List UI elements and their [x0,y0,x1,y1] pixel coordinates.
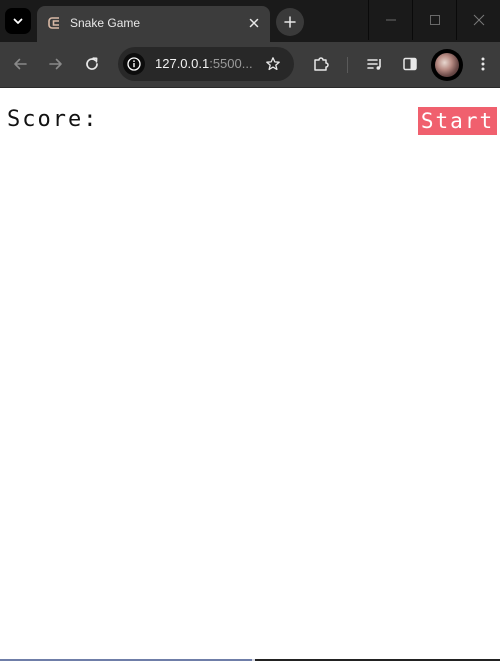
plus-icon [284,16,296,28]
minimize-button[interactable] [368,0,412,40]
tab-title: Snake Game [70,16,141,30]
maximize-button[interactable] [412,0,456,40]
site-info-button[interactable] [123,53,145,75]
arrow-left-icon [14,58,27,70]
extensions-button[interactable] [308,51,334,77]
profile-avatar[interactable] [431,49,463,81]
browser-window: Snake Game 127.0.0.1:5500... Score: Star… [0,0,500,661]
window-close-button[interactable] [456,0,500,40]
arrow-right-icon [49,58,62,70]
toolbar-separator [347,57,348,73]
window-controls [368,0,500,40]
more-vertical-icon [481,57,485,71]
media-controls-button[interactable] [362,51,388,77]
puzzle-icon [314,57,329,71]
url-path: :5500... [209,56,253,71]
close-icon [473,14,484,26]
minimize-icon [385,19,396,21]
reload-button[interactable] [79,51,105,77]
star-icon [266,57,280,71]
tab-snake-game[interactable]: Snake Game [37,6,270,42]
browser-menu-button[interactable] [470,51,496,77]
chevron-down-icon [13,18,23,24]
tab-search-button[interactable] [5,8,31,34]
page-content: Score: Start [0,88,500,661]
side-panel-icon [403,57,417,71]
favicon-icon [48,17,59,29]
avatar-image [435,53,459,77]
url-text[interactable]: 127.0.0.1:5500... [155,56,255,72]
address-bar[interactable]: 127.0.0.1:5500... [118,47,294,81]
bookmark-button[interactable] [264,55,282,73]
tab-close-button[interactable] [246,15,262,31]
side-panel-button[interactable] [397,51,423,77]
browser-toolbar: 127.0.0.1:5500... [0,42,500,88]
score-label: Score: [7,107,99,132]
info-icon [127,57,141,71]
reload-icon [86,57,98,70]
url-host: 127.0.0.1 [155,56,210,71]
forward-button[interactable] [43,51,69,77]
start-button[interactable]: Start [418,107,497,135]
new-tab-button[interactable] [276,8,304,36]
maximize-icon [429,15,440,25]
playlist-icon [367,59,381,70]
tab-strip: Snake Game [0,0,500,42]
back-button[interactable] [7,51,33,77]
close-icon [249,18,259,28]
